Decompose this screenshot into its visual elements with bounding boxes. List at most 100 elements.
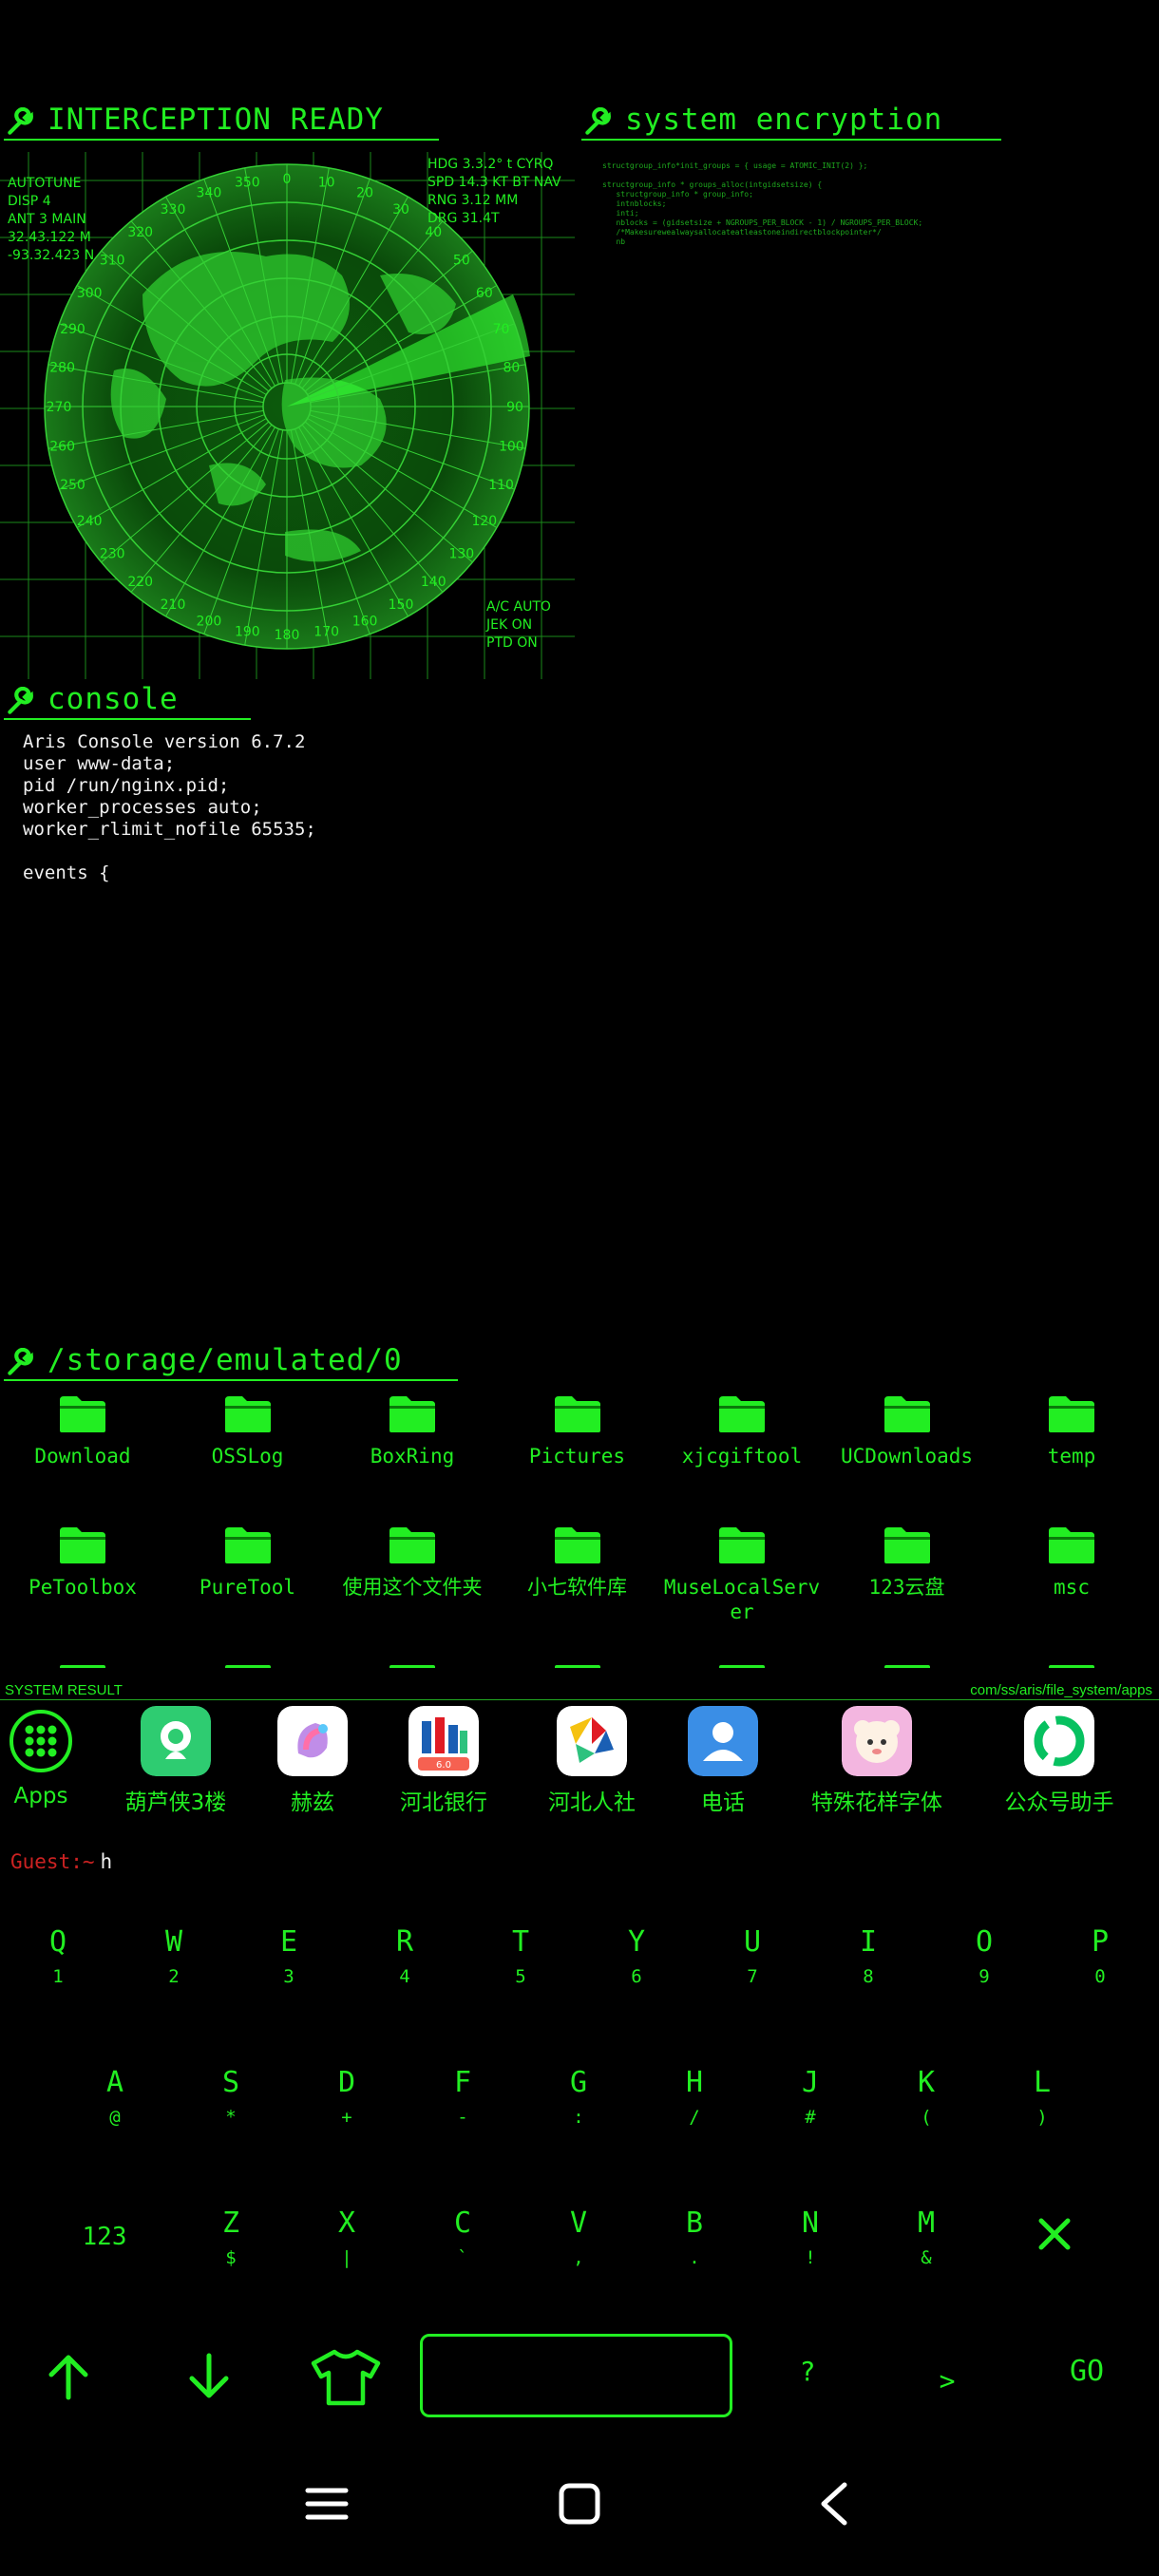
key-letter: Z	[221, 2207, 240, 2240]
key-k[interactable]: K(	[879, 2067, 974, 2129]
folder-icon-partial[interactable]	[554, 1665, 600, 1668]
key-greater-than[interactable]: >	[900, 2365, 995, 2397]
folder-item[interactable]: msc	[991, 1525, 1152, 1600]
folder-item[interactable]: MuseLocalServer	[661, 1525, 823, 1624]
status-path: com/ss/aris/file_system/apps	[970, 1682, 1152, 1698]
folder-label: PeToolbox	[28, 1576, 137, 1599]
key-p[interactable]: P0	[1053, 1925, 1148, 1988]
key-m[interactable]: M &	[879, 2207, 974, 2269]
key-backspace[interactable]	[1007, 2215, 1102, 2257]
key-f[interactable]: F-	[415, 2067, 510, 2129]
key-symbol: $	[225, 2247, 237, 2268]
dock-app-phone-contact[interactable]: 电话	[652, 1706, 794, 1816]
arrow-down-icon[interactable]	[182, 2350, 236, 2407]
folder-item[interactable]: OSSLog	[167, 1394, 329, 1468]
folder-icon	[1049, 1527, 1094, 1563]
key-r[interactable]: R4	[357, 1926, 452, 1988]
key-a[interactable]: A @	[67, 2067, 162, 2129]
home-nav-icon[interactable]	[557, 2481, 602, 2530]
key-d[interactable]: D +	[299, 2067, 394, 2129]
folder-item[interactable]: UCDownloads	[826, 1394, 988, 1468]
key-l[interactable]: L)	[995, 2067, 1090, 2129]
key-u[interactable]: U7	[705, 1925, 800, 1988]
dock-app-hertz[interactable]: 赫兹	[241, 1706, 384, 1816]
folder-item[interactable]: xjcgiftool	[661, 1394, 823, 1468]
key-e[interactable]: E3	[241, 1925, 336, 1988]
key-symbol: `	[457, 2247, 468, 2268]
folder-label: 小七软件库	[527, 1576, 627, 1599]
key-letter: E	[279, 1925, 298, 1959]
folder-item[interactable]: Download	[2, 1394, 163, 1468]
dock-app-label: 公众号助手	[1004, 1790, 1114, 1815]
back-nav-icon[interactable]	[812, 2481, 858, 2530]
key-i[interactable]: I8	[821, 1926, 916, 1988]
key-symbol: #	[805, 2107, 816, 2128]
key-letter: V	[569, 2207, 588, 2240]
radar-display: 0 10 20 30 40 50 60 70 80 90 100 110 120 130 140 150 160…	[0, 152, 575, 679]
key-j[interactable]: J #	[763, 2067, 858, 2129]
dock-app-wechat-assistant[interactable]: 公众号助手	[988, 1706, 1130, 1816]
radar-info-line: -93.32.423 N	[8, 248, 95, 263]
storage-path: /storage/emulated/0	[48, 1343, 403, 1377]
folder-item[interactable]: 小七软件库	[497, 1525, 658, 1600]
status-divider	[0, 1699, 1159, 1700]
dock-app-sheep-font[interactable]: 特殊花样字体	[806, 1706, 948, 1816]
key-z[interactable]: Z $	[183, 2207, 278, 2269]
key-q[interactable]: Q1	[10, 1926, 105, 1988]
key-letter: P	[1091, 1925, 1110, 1959]
theme-shirt-icon[interactable]	[310, 2348, 382, 2411]
key-v[interactable]: V,	[531, 2207, 626, 2269]
dock-app-hebei-bank[interactable]: 6.0 河北银行	[372, 1706, 515, 1816]
key-x[interactable]: X |	[299, 2207, 394, 2269]
key-symbol: 2	[168, 1966, 180, 1987]
folder-label: temp	[1047, 1445, 1096, 1468]
key-b[interactable]: B.	[647, 2207, 742, 2269]
key-letter: O	[975, 1925, 994, 1959]
folder-icon	[884, 1396, 930, 1432]
key-o[interactable]: O9	[937, 1925, 1032, 1988]
terminal-prompt[interactable]: Guest:~ h	[10, 1850, 112, 1873]
folder-item[interactable]: Pictures	[497, 1394, 658, 1468]
space-bar[interactable]	[420, 2334, 732, 2417]
key-w[interactable]: W2	[126, 1926, 221, 1988]
folder-icon-partial[interactable]	[60, 1665, 105, 1668]
key-go[interactable]: GO	[1039, 2356, 1134, 2388]
folder-item[interactable]: PeToolbox	[2, 1525, 163, 1600]
key-t[interactable]: T5	[473, 1926, 568, 1988]
folder-icon-partial[interactable]	[1049, 1665, 1094, 1668]
menu-nav-icon[interactable]	[304, 2481, 350, 2530]
console-panel-title: console	[4, 682, 251, 720]
radar-bearing-label: 20	[356, 185, 373, 200]
folder-item[interactable]: temp	[991, 1394, 1152, 1468]
dock-app-apps-grid[interactable]: Apps	[0, 1706, 112, 1809]
key-y[interactable]: Y6	[589, 1926, 684, 1988]
folder-item[interactable]: 123云盘	[826, 1525, 988, 1600]
key-symbol: &	[921, 2247, 932, 2268]
radar-bearing-label: 30	[392, 202, 409, 218]
key-question[interactable]: ?	[760, 2356, 855, 2388]
key-c[interactable]: C `	[415, 2207, 510, 2269]
folder-item[interactable]: 使用这个文件夹	[332, 1525, 493, 1600]
folder-label: MuseLocalServer	[663, 1576, 821, 1623]
key-letter: U	[743, 1925, 762, 1959]
folder-item[interactable]: PureTool	[167, 1525, 329, 1600]
folder-item[interactable]: BoxRing	[332, 1394, 493, 1468]
radar-bearing-label: 160	[352, 615, 378, 630]
folder-icon	[60, 1396, 105, 1432]
key-symbol: +	[341, 2107, 352, 2128]
radar-bearing-label: 170	[314, 624, 339, 639]
folder-icon-partial[interactable]	[884, 1665, 930, 1668]
key-123[interactable]: 123	[57, 2221, 152, 2253]
key-s[interactable]: S *	[183, 2067, 278, 2129]
folder-icon-partial[interactable]	[224, 1665, 271, 1668]
folder-icon-partial[interactable]	[390, 1665, 435, 1668]
dock-app-huluxia[interactable]: 葫芦侠3楼	[104, 1706, 247, 1816]
key-h[interactable]: H /	[647, 2067, 742, 2129]
arrow-up-icon[interactable]	[42, 2350, 95, 2407]
prompt-input[interactable]: h	[101, 1850, 113, 1873]
folder-icon-partial[interactable]	[719, 1665, 765, 1668]
radar-info-line: 32.43.122 M	[8, 230, 91, 245]
dock-app-hebei-renshe[interactable]: 河北人社	[521, 1706, 663, 1816]
key-n[interactable]: N!	[763, 2207, 858, 2269]
key-g[interactable]: G:	[531, 2067, 626, 2129]
